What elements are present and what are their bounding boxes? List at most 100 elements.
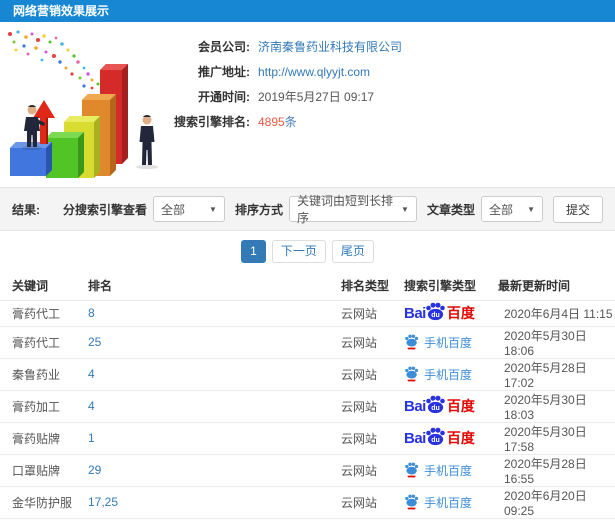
chevron-down-icon: ▼ [527,204,535,214]
table-row: 口罩贴牌 29 云网站 Bai du 百度 [0,454,615,487]
member-company-label: 会员公司: [198,40,250,54]
baidu-paw-icon: du [426,395,445,413]
search-engine-cell[interactable]: Bai du 百度 手机百度 [404,326,498,359]
rank-link[interactable]: 17,25 [88,495,118,509]
search-engine-cell[interactable]: Bai du 百度 手机百度 [404,422,498,455]
rank-cell: 8 [88,300,341,327]
svg-text:du: du [431,437,440,444]
keyword-cell: 秦鲁药业 [0,358,88,391]
open-time-field: 开通时间: 2019年5月27日 09:17 [162,84,615,109]
article-type-label: 文章类型 [426,202,475,217]
engine-view-label: 分搜索引擎查看 [62,202,147,217]
keyword-rank-table: 关键词 排名 排名类型 搜索引擎类型 最新更新时间 膏药代工 8 云网站 Bai… [0,272,615,520]
mobile-baidu-label: 手机百度 [424,463,473,478]
open-time-value: 2019年5月27日 09:17 [258,90,375,104]
rank-cell: 25 [88,326,341,359]
search-engine-cell[interactable]: Bai du 百度 手机百度 [404,486,498,519]
search-engine-cell[interactable]: Bai du 百度 手机百度 [404,300,498,327]
businessman-right [136,115,158,170]
rank-type-cell: 云网站 [341,358,404,391]
search-engine-cell[interactable]: Bai du 百度 手机百度 [404,358,498,391]
rank-type-cell: 云网站 [341,300,404,327]
filter-bar: 结果: 分搜索引擎查看 全部 ▼ 排序方式 关键词由短到长排序 ▼ 文章类型 全… [0,187,615,231]
engine-rank-count-value[interactable]: 4895条 [258,113,297,130]
bar-chart-illustration [8,30,158,178]
rank-type-cell: 云网站 [341,454,404,487]
rank-cell: 17,25 [88,486,341,519]
mobile-baidu-label: 手机百度 [424,335,473,350]
baidu-mobile-logo: 手机百度 [404,334,472,351]
member-company-link[interactable]: 济南秦鲁药业科技有限公司 [258,38,402,55]
engine-rank-count-field: 搜索引擎排名: 4895条 [162,109,615,134]
table-header-row: 关键词 排名 排名类型 搜索引擎类型 最新更新时间 [0,272,615,301]
col-engine-type: 搜索引擎类型 [404,272,498,301]
baidu-bai-text: Bai [404,397,426,415]
company-info-fields: 会员公司: 济南秦鲁药业科技有限公司 推广地址: http://www.qlyy… [162,22,615,134]
rank-link[interactable]: 8 [88,306,95,320]
table-row: 膏药贴牌 1 云网站 Bai du 百度 2020年5月30日 17:58 [0,422,615,455]
engine-rank-count-label: 搜索引擎排名: [174,115,250,129]
svg-text:du: du [431,312,440,319]
rank-type-cell: 云网站 [341,390,404,423]
promo-url-label: 推广地址: [198,65,250,79]
rank-cell: 4 [88,390,341,423]
sort-selected: 关键词由短到长排序 [296,194,393,225]
rank-type-cell: 云网站 [341,486,404,519]
baidu-paw-icon: du [426,302,445,320]
rank-link[interactable]: 1 [88,431,95,445]
keyword-cell: 口罩贴牌 [0,454,88,487]
promo-url-field: 推广地址: http://www.qlyyjt.com [162,59,615,84]
rank-cell: 29 [88,454,341,487]
rank-count-number: 4895 [258,115,285,129]
rank-link[interactable]: 25 [88,335,101,349]
mobile-baidu-paw-icon [405,462,418,478]
table-row: 秦鲁药业 4 云网站 Bai du 百度 [0,358,615,391]
rank-type-cell: 云网站 [341,422,404,455]
mobile-baidu-label: 手机百度 [424,495,473,510]
svg-text:du: du [431,405,440,412]
col-keyword: 关键词 [0,272,88,301]
engine-view-select[interactable]: 全部 ▼ [152,196,225,222]
col-rank-type: 排名类型 [341,272,404,301]
baidu-pc-logo: Bai du 百度 [404,395,475,418]
last-page-button[interactable]: 尾页 [331,240,374,263]
rank-cell: 1 [88,422,341,455]
keyword-cell: 膏药代工 [0,326,88,359]
search-engine-cell[interactable]: Bai du 百度 手机百度 [404,390,498,423]
page-button-1[interactable]: 1 [241,240,266,263]
result-label: 结果: [12,202,40,217]
next-page-button[interactable]: 下一页 [271,240,326,263]
article-type-select[interactable]: 全部 ▼ [480,196,543,222]
member-company-field: 会员公司: 济南秦鲁药业科技有限公司 [162,34,615,59]
update-time-cell: 2020年5月28日 16:55 [498,454,615,487]
rank-link[interactable]: 4 [88,399,95,413]
baidu-bai-text: Bai [404,304,426,322]
baidu-pc-logo: Bai du 百度 [404,427,475,450]
baidu-mobile-logo: 手机百度 [404,494,472,511]
search-engine-cell[interactable]: Bai du 百度 手机百度 [404,454,498,487]
baidu-paw-icon: du [426,427,445,445]
promo-url-link[interactable]: http://www.qlyyjt.com [258,65,370,79]
baidu-mobile-logo: 手机百度 [404,366,472,383]
rank-link[interactable]: 29 [88,463,101,477]
update-time-cell: 2020年5月30日 18:03 [498,390,615,423]
keyword-cell: 膏药加工 [0,390,88,423]
update-time-cell: 2020年5月30日 17:58 [498,422,615,455]
submit-button[interactable]: 提交 [552,195,603,223]
chevron-down-icon: ▼ [401,204,409,214]
table-row: 金华防护服 17,25 云网站 Bai du 百度 [0,486,615,519]
table-row: 膏药加工 4 云网站 Bai du 百度 2020年5月30日 18:03 [0,390,615,423]
baidu-cn-text: 百度 [446,398,475,414]
baidu-mobile-logo: 手机百度 [404,462,472,479]
rank-cell: 4 [88,358,341,391]
mobile-baidu-label: 手机百度 [424,367,473,382]
baidu-cn-text: 百度 [446,430,475,446]
sort-select[interactable]: 关键词由短到长排序 ▼ [288,194,417,225]
baidu-cn-text: 百度 [446,305,475,321]
update-time-cell: 2020年6月4日 11:15 [498,300,615,327]
company-info-section: 会员公司: 济南秦鲁药业科技有限公司 推广地址: http://www.qlyy… [0,22,615,187]
sort-label: 排序方式 [234,202,283,217]
mobile-baidu-paw-icon [405,334,418,350]
rank-link[interactable]: 4 [88,367,95,381]
mobile-baidu-paw-icon [405,494,418,510]
